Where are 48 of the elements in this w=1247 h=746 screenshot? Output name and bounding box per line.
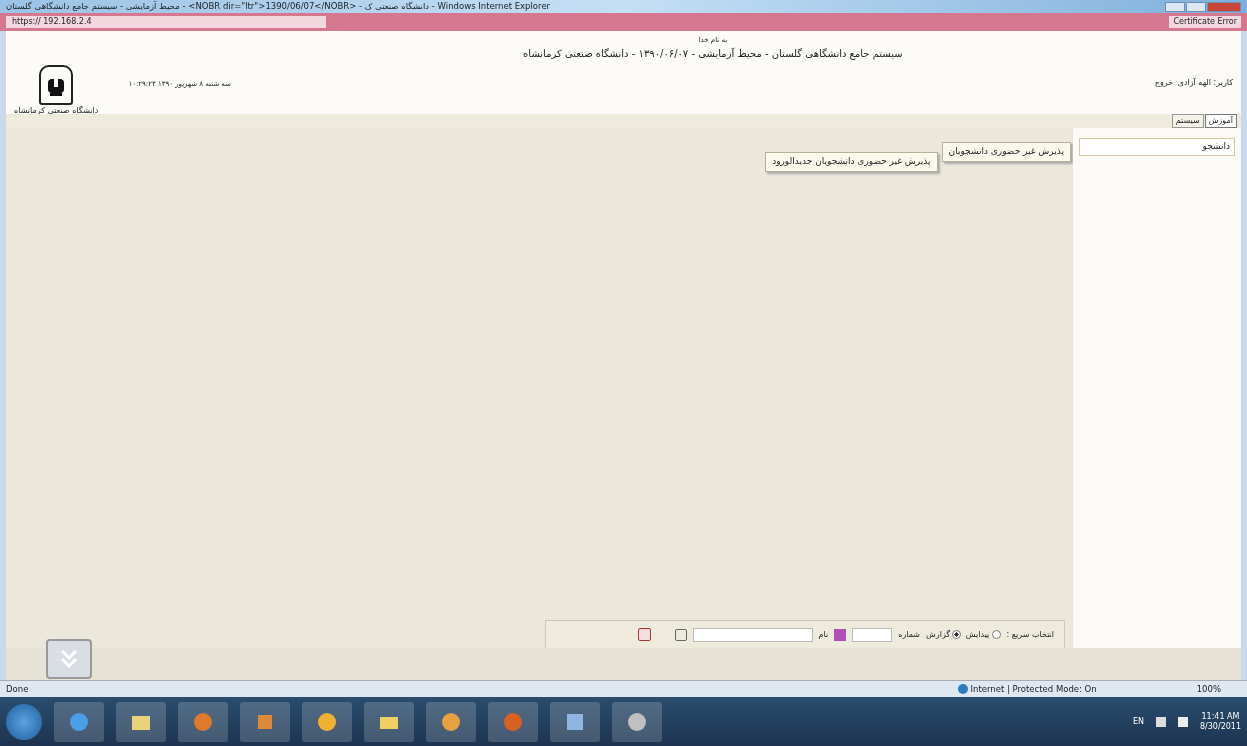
clock-date[interactable]: 8/30/2011 [1199, 721, 1241, 732]
start-button[interactable] [6, 703, 42, 740]
zoom-level[interactable]: 100% [1196, 682, 1221, 696]
user-name: کاربر: الهه آزادی [1177, 77, 1233, 89]
calendar-icon[interactable] [834, 628, 847, 641]
window-title: محیط آزمایشی - سیستم جامع دانشگاهی گلستان - <NOBR dir="ltr">1390/06/07</NOBR> - دانشگاه صنعتی ک - Windows Internet Explorer [6, 0, 551, 13]
checkbox-icon[interactable] [637, 628, 651, 641]
radio-button[interactable] [952, 630, 962, 639]
taskbar-app-icon[interactable] [364, 701, 414, 742]
language-indicator[interactable]: EN [1132, 715, 1144, 728]
taskbar-app-icon[interactable] [240, 701, 290, 742]
tab[interactable]: آموزش [1204, 114, 1237, 128]
close-button[interactable] [1207, 1, 1241, 12]
security-zone: Internet | Protected Mode: On [970, 682, 1097, 696]
address-field[interactable]: https:// 192.168.2.4 [6, 16, 326, 28]
maximize-button[interactable] [1186, 1, 1206, 12]
taskbar-app-icon[interactable] [488, 701, 538, 742]
sidebar-field[interactable]: دانشجو [1079, 138, 1235, 156]
name-field[interactable] [692, 627, 813, 642]
globe-icon [958, 684, 969, 694]
taskbar-app-icon[interactable] [116, 701, 166, 742]
taskbar-app-icon[interactable] [302, 701, 352, 742]
taskbar-app-icon[interactable] [550, 701, 600, 742]
help-icon[interactable] [674, 628, 687, 641]
logout-link[interactable]: خروج [1154, 77, 1174, 89]
tab[interactable]: سیستم [1171, 114, 1204, 128]
radio-button[interactable] [991, 630, 1001, 639]
clock-time[interactable]: 11:41 AM [1201, 711, 1240, 722]
scroll-down-button[interactable] [46, 639, 92, 679]
menu-item[interactable]: پذیرش غیر حضوری دانشجویان [941, 142, 1071, 162]
taskbar-app-icon[interactable] [178, 701, 228, 742]
status-text: Done [6, 682, 29, 696]
submenu-item[interactable]: پذیرش غیر حضوری دانشجویان جدیدالورود [765, 152, 938, 172]
system-title: سیستم جامع دانشگاهی گلستان - محیط آزمایشی - ۱۳۹۰/۰۶/۰۷ - دانشگاه صنعتی کرمانشاه [523, 46, 903, 61]
taskbar-app-icon[interactable] [54, 701, 104, 742]
quick-select-label: انتخاب سریع : [1006, 628, 1054, 641]
logo-caption: دانشگاه صنعتی کرمانشاه [14, 105, 99, 117]
radio-label: پیدایش [965, 628, 990, 641]
name-label: نام [818, 628, 829, 641]
number-label: شماره [898, 628, 921, 641]
minimize-button[interactable] [1165, 1, 1185, 12]
number-field[interactable] [852, 627, 893, 642]
radio-label: گزارش [926, 628, 951, 641]
taskbar-app-icon[interactable] [612, 701, 662, 742]
university-logo-icon [39, 65, 74, 105]
certificate-error-button[interactable]: Certificate Error [1169, 16, 1241, 28]
double-chevron-icon [59, 648, 79, 670]
taskbar-app-icon[interactable] [426, 701, 476, 742]
